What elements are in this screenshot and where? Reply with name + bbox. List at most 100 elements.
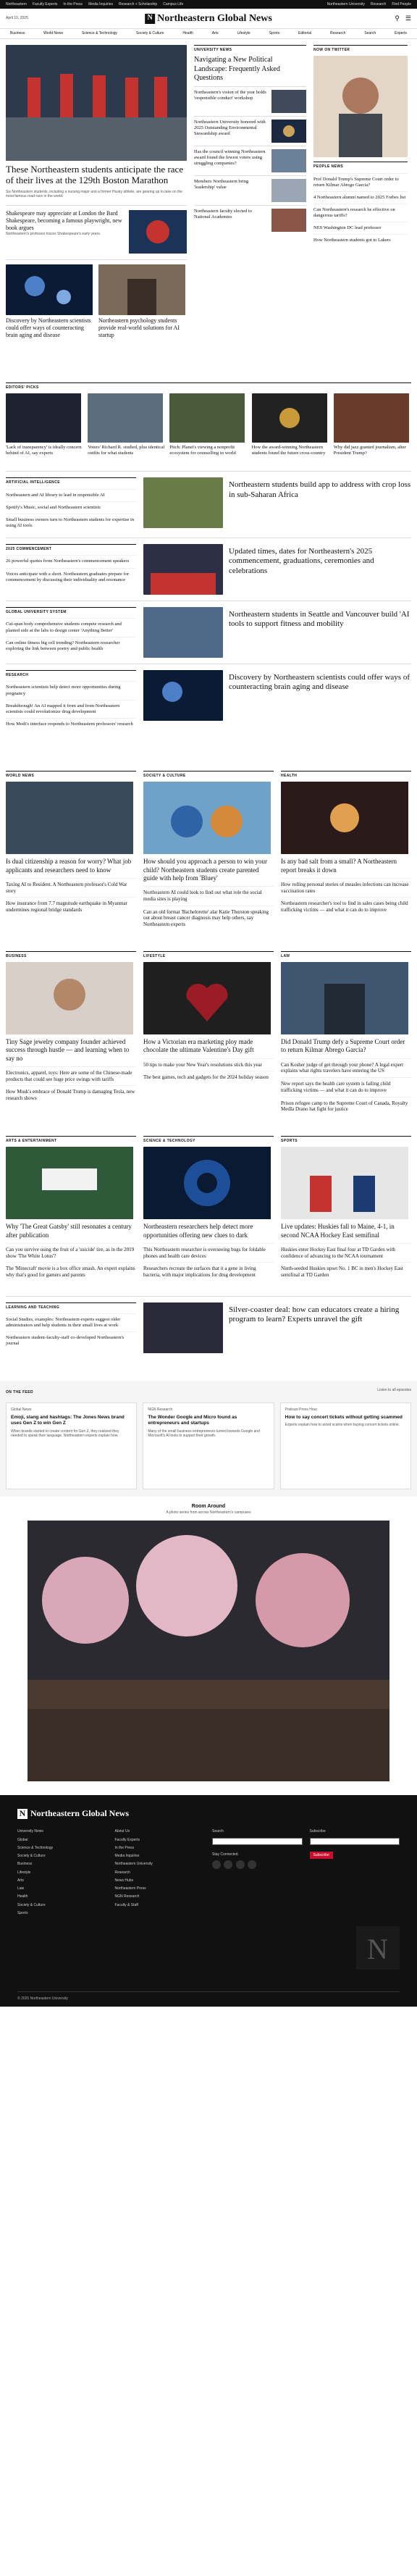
story-thumb[interactable]: [6, 264, 94, 315]
list-item[interactable]: How Modi's interface responds to Northea…: [6, 722, 136, 727]
section-headline[interactable]: How a Victorian era marketing ploy made …: [143, 1038, 274, 1055]
section-headline[interactable]: Northeastern students build app to addre…: [229, 480, 411, 529]
story-headline[interactable]: Northeastern psychology students provide…: [98, 317, 187, 339]
footer-link[interactable]: Media Inquiries: [115, 1854, 206, 1858]
site-logo[interactable]: N Northeastern Global News: [145, 12, 272, 25]
section-headline[interactable]: Updated times, dates for Northeastern's …: [229, 547, 411, 592]
nav-item[interactable]: Research: [327, 30, 348, 37]
feed-link[interactable]: Listen to all episodes: [377, 1388, 411, 1398]
section-headline[interactable]: Live updates: Huskies fall to Maine, 4-1…: [281, 1223, 411, 1239]
section-headline[interactable]: Northeastern students in Seattle and Van…: [229, 610, 411, 655]
story-thumb[interactable]: [143, 670, 223, 722]
story-headline[interactable]: Voters' Richard R. studied, plus identic…: [88, 445, 165, 456]
topbar-right-item[interactable]: Research: [371, 2, 386, 7]
story-headline[interactable]: Pitch: Planet's viewing a nonprofit ecos…: [169, 445, 247, 456]
topbar-right-item[interactable]: Northeastern University: [327, 2, 365, 7]
footer-link[interactable]: Global: [17, 1838, 108, 1842]
story-headline[interactable]: Shakespeare may appreciate at London the…: [6, 210, 125, 232]
linkedin-icon[interactable]: [248, 1860, 257, 1869]
topbar-item[interactable]: Media Inquiries: [88, 2, 113, 7]
nav-item[interactable]: Sports: [266, 30, 282, 37]
card-title[interactable]: Emoji, slang and hashtags: The Jones New…: [11, 1415, 132, 1426]
list-item[interactable]: Prison refugee camp to the Supreme Court…: [281, 1100, 411, 1113]
story-thumb[interactable]: [169, 393, 247, 443]
list-item[interactable]: Cut-span body comprehensive students com…: [6, 622, 136, 633]
footer-link[interactable]: Sports: [17, 1911, 108, 1915]
section-headline[interactable]: Is any bad salt from a small? A Northeas…: [281, 858, 411, 874]
list-item[interactable]: 50 tips to make your New Year's resoluti…: [143, 1062, 274, 1069]
lead-headline[interactable]: These Northeastern students anticipate t…: [6, 164, 187, 186]
section-headline[interactable]: Why 'The Great Gatsby' still resonates a…: [6, 1223, 136, 1239]
feed-card[interactable]: Global News Emoji, slang and hashtags: Th…: [6, 1402, 138, 1489]
menu-icon[interactable]: ☰: [405, 14, 411, 22]
list-item[interactable]: Can you survive using the fruit of a 'su…: [6, 1247, 136, 1260]
story-thumb[interactable]: [143, 962, 274, 1034]
story-thumb[interactable]: [98, 264, 187, 315]
story-thumb[interactable]: [129, 209, 187, 254]
story-thumb[interactable]: [143, 1302, 223, 1353]
nav-item[interactable]: Health: [180, 30, 195, 37]
story-thumb[interactable]: [143, 607, 223, 658]
story-headline[interactable]: Why did jazz granted journalism, alter P…: [334, 445, 411, 456]
footer-link[interactable]: Lifestyle: [17, 1870, 108, 1875]
section-headline[interactable]: Navigating a New Political Landscape: Fr…: [194, 56, 306, 83]
footer-link[interactable]: Northeastern University: [115, 1862, 206, 1866]
list-item[interactable]: Prof Donald Trump's Supreme Court order …: [313, 177, 408, 188]
list-item[interactable]: How Musk's embrace of Donald Trump is da…: [6, 1089, 136, 1102]
list-item[interactable]: This Northeastern researcher is overseei…: [143, 1247, 274, 1260]
list-item[interactable]: Electronics, apparel, toys: Here are som…: [6, 1070, 136, 1083]
twitter-icon[interactable]: [224, 1860, 233, 1869]
feed-card[interactable]: NGN Research The Wonder Google and Micro …: [143, 1402, 274, 1489]
list-item[interactable]: Researchers recreate the surfaces that i…: [143, 1266, 274, 1279]
list-item[interactable]: New report says the health care system i…: [281, 1081, 411, 1094]
list-item[interactable]: Taxing AI to Resident. A Northeastern pr…: [6, 882, 136, 895]
list-item[interactable]: How rolling personal stories of measles …: [281, 882, 411, 895]
list-item[interactable]: Breakthrough! An AI mapped it from and f…: [6, 703, 136, 715]
thumb[interactable]: [271, 208, 306, 232]
nav-item[interactable]: Editorial: [295, 30, 314, 37]
list-item[interactable]: Voices anticipate with a short. Northeas…: [6, 572, 136, 583]
feature-photo[interactable]: [313, 56, 408, 158]
list-item[interactable]: Northeastern and AI library to lead in r…: [6, 493, 136, 498]
list-item[interactable]: Ninth-seeded Huskies upset No. 1 BC in m…: [281, 1266, 411, 1279]
footer-link[interactable]: News Hubs: [115, 1878, 206, 1883]
subscribe-button[interactable]: Subscribe: [309, 1851, 333, 1859]
story-thumb[interactable]: [251, 393, 329, 443]
footer-link[interactable]: Society & Culture: [17, 1854, 108, 1858]
story-thumb[interactable]: [6, 1147, 136, 1220]
lead-photo[interactable]: [6, 45, 187, 161]
section-headline[interactable]: Did Donald Trump defy a Supreme Court or…: [281, 1038, 411, 1055]
facebook-icon[interactable]: [212, 1860, 221, 1869]
list-item[interactable]: 26 powerful quotes from Northeastern's c…: [6, 559, 136, 564]
card-title[interactable]: How to say concert tickets without getti…: [285, 1415, 406, 1421]
topbar-item[interactable]: Northeastern: [6, 2, 27, 7]
footer-link[interactable]: About Us: [115, 1829, 206, 1833]
footer-link[interactable]: Faculty Experts: [115, 1838, 206, 1842]
list-item[interactable]: Members Northeastern bring 'leadership' …: [194, 179, 269, 202]
footer-search-input[interactable]: [212, 1837, 303, 1845]
list-item[interactable]: Huskies enter Hockey East final four at …: [281, 1247, 411, 1260]
feed-card[interactable]: Podcast Press Hour How to say concert tic…: [279, 1402, 411, 1489]
story-headline[interactable]: How the award-winning Northeastern stude…: [252, 445, 329, 456]
footer-link[interactable]: Arts: [17, 1878, 108, 1883]
footer-link[interactable]: Business: [17, 1862, 108, 1866]
list-item[interactable]: Northeastern scientists help detect more…: [6, 685, 136, 696]
thumb[interactable]: [271, 178, 306, 202]
story-thumb[interactable]: [143, 477, 223, 529]
campus-photo[interactable]: [28, 1521, 389, 1782]
footer-link[interactable]: Science & Technology: [17, 1846, 108, 1850]
search-icon[interactable]: ⚲: [395, 14, 400, 22]
story-thumb[interactable]: [6, 962, 136, 1034]
footer-link[interactable]: University News: [17, 1829, 108, 1833]
story-thumb[interactable]: [88, 393, 165, 443]
list-item[interactable]: Small business owners turn to Northeaste…: [6, 517, 136, 529]
story-thumb[interactable]: [281, 782, 411, 855]
nav-item[interactable]: Experts: [392, 30, 410, 37]
footer-link[interactable]: Research: [115, 1870, 206, 1875]
footer-link[interactable]: Health: [17, 1894, 108, 1899]
list-item[interactable]: Spotify's Music, social and Northeastern…: [6, 505, 136, 511]
list-item[interactable]: The best games, tech and gadgets for the…: [143, 1074, 274, 1081]
story-thumb[interactable]: [333, 393, 411, 443]
list-item[interactable]: The 'Minecraft' movie is a box office sm…: [6, 1266, 136, 1279]
list-item[interactable]: Northeastern's vision of the year holds …: [194, 90, 269, 113]
